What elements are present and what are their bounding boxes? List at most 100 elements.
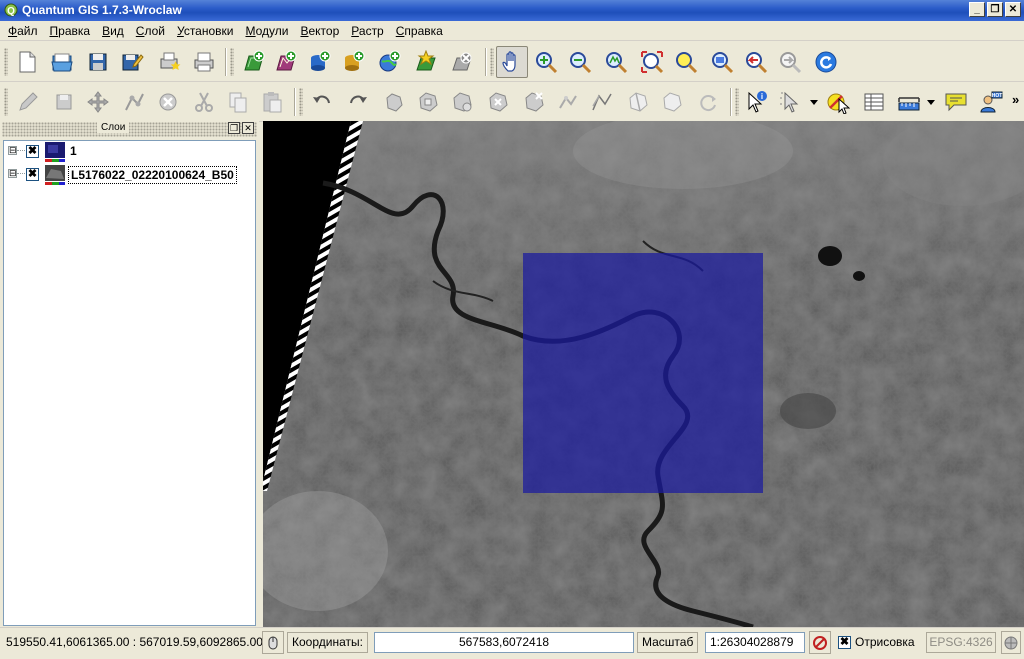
crs-status-button[interactable]: EPSG:4326 xyxy=(926,632,996,653)
menu-view[interactable]: Вид xyxy=(96,24,130,38)
chevron-down-icon[interactable] xyxy=(927,98,935,106)
merge-features-button[interactable] xyxy=(656,86,688,118)
scissors-icon xyxy=(195,92,213,112)
add-postgis-button[interactable] xyxy=(304,46,336,78)
delete-selected-button[interactable] xyxy=(152,86,184,118)
add-wms-button[interactable] xyxy=(374,46,406,78)
save-edits-button[interactable] xyxy=(48,86,80,118)
toolbar-overflow-button[interactable]: » xyxy=(1012,92,1019,107)
delete-part-button[interactable] xyxy=(518,86,550,118)
raster-layer-icon xyxy=(45,142,65,162)
mouse-icon xyxy=(268,636,278,649)
select-features-button[interactable] xyxy=(774,86,806,118)
copy-features-button[interactable] xyxy=(222,86,254,118)
toolbar-grip[interactable] xyxy=(4,88,8,116)
save-as-button[interactable] xyxy=(116,46,148,78)
print-icon xyxy=(194,52,214,72)
rotate-symbols-button[interactable] xyxy=(692,86,724,118)
reshape-features-button[interactable] xyxy=(552,86,584,118)
menu-plugins[interactable]: Модули xyxy=(239,24,294,38)
add-spatialite-button[interactable] xyxy=(338,46,370,78)
menu-vector[interactable]: Вектор xyxy=(294,24,345,38)
layer-tree[interactable]: ⊟ ✖ 1 ⊟ ✖ L5176022_02220100624_B50 xyxy=(3,140,256,626)
split-features-button[interactable] xyxy=(622,86,654,118)
chevron-down-icon[interactable] xyxy=(810,98,818,106)
minimize-button[interactable]: _ xyxy=(969,2,985,17)
refresh-button[interactable] xyxy=(810,46,842,78)
open-attribute-table-button[interactable] xyxy=(858,86,890,118)
menu-file[interactable]: Файл xyxy=(2,24,44,38)
move-feature-button[interactable] xyxy=(82,86,114,118)
projection-button[interactable] xyxy=(1001,631,1021,654)
zoom-in-button[interactable] xyxy=(530,46,562,78)
zoom-next-button[interactable] xyxy=(774,46,806,78)
measure-line-button[interactable] xyxy=(893,86,925,118)
cut-features-button[interactable] xyxy=(188,86,220,118)
toggle-editing-button[interactable] xyxy=(12,86,44,118)
print-button[interactable] xyxy=(188,46,220,78)
toggle-extents-button[interactable] xyxy=(262,631,284,654)
layer-item[interactable]: ⊟ ✖ 1 xyxy=(4,141,255,163)
stop-render-button[interactable] xyxy=(809,631,831,654)
undo-icon xyxy=(313,95,330,104)
remove-layer-button[interactable] xyxy=(446,46,478,78)
scale-field[interactable]: 1:26304028879 xyxy=(705,632,805,653)
zoom-actual-button[interactable] xyxy=(706,46,738,78)
add-ring-button[interactable] xyxy=(412,86,444,118)
menu-layer[interactable]: Слой xyxy=(130,24,171,38)
add-island-icon xyxy=(453,92,472,112)
zoom-to-selection-button[interactable] xyxy=(636,46,668,78)
svg-text:i: i xyxy=(761,92,763,101)
zoom-full-button[interactable] xyxy=(600,46,632,78)
undock-panel-button[interactable]: ❐ xyxy=(228,122,240,134)
redo-button[interactable] xyxy=(342,86,374,118)
identify-button[interactable]: i xyxy=(740,86,772,118)
map-tips-icon xyxy=(945,93,967,112)
toolbar-grip[interactable] xyxy=(4,48,8,76)
close-panel-button[interactable]: ✕ xyxy=(242,122,254,134)
deselect-features-button[interactable] xyxy=(822,86,854,118)
add-vector-button[interactable] xyxy=(270,46,302,78)
map-tips-button[interactable] xyxy=(940,86,972,118)
map-raster xyxy=(263,121,1024,627)
offset-curve-button[interactable] xyxy=(586,86,618,118)
menu-settings[interactable]: Установки xyxy=(171,24,240,38)
add-raster-button[interactable] xyxy=(238,46,270,78)
layers-panel-header[interactable] xyxy=(2,122,257,137)
simplify-feature-button[interactable] xyxy=(378,86,410,118)
paste-features-button[interactable] xyxy=(256,86,288,118)
map-canvas[interactable] xyxy=(263,121,1024,627)
zoom-last-button[interactable] xyxy=(740,46,772,78)
toolbar-grip[interactable] xyxy=(299,88,303,116)
open-project-button[interactable] xyxy=(46,46,78,78)
qgis-logo-icon: Q xyxy=(4,3,18,17)
menu-help[interactable]: Справка xyxy=(390,24,449,38)
delete-ring-button[interactable] xyxy=(482,86,514,118)
toolbar-grip[interactable] xyxy=(230,48,234,76)
menu-raster[interactable]: Растр xyxy=(345,24,389,38)
menu-edit[interactable]: Правка xyxy=(44,24,97,38)
layer-visibility-checkbox[interactable]: ✖ xyxy=(26,145,39,158)
new-shapefile-button[interactable] xyxy=(410,46,442,78)
new-bookmark-button[interactable]: HOT xyxy=(975,86,1007,118)
node-tool-button[interactable] xyxy=(118,86,150,118)
undo-button[interactable] xyxy=(306,86,338,118)
zoom-to-layer-button[interactable] xyxy=(670,46,702,78)
pan-button[interactable] xyxy=(496,46,528,78)
zoom-out-button[interactable] xyxy=(564,46,596,78)
maximize-button[interactable]: ❐ xyxy=(987,2,1003,17)
print-composer-button[interactable] xyxy=(154,46,186,78)
render-checkbox[interactable]: ✖ xyxy=(838,636,851,649)
collapse-toggle[interactable]: ⊟ xyxy=(8,169,17,178)
toolbar-grip[interactable] xyxy=(735,88,739,116)
layer-item[interactable]: ⊟ ✖ L5176022_02220100624_B50 xyxy=(4,164,255,186)
add-island-button[interactable] xyxy=(446,86,478,118)
save-project-button[interactable] xyxy=(82,46,114,78)
close-button[interactable]: ✕ xyxy=(1005,2,1021,17)
collapse-toggle[interactable]: ⊟ xyxy=(8,146,17,155)
coordinates-field[interactable]: 567583,6072418 xyxy=(374,632,634,653)
refresh-icon xyxy=(815,51,837,73)
new-project-button[interactable] xyxy=(11,46,43,78)
toolbar-grip[interactable] xyxy=(490,48,494,76)
layer-visibility-checkbox[interactable]: ✖ xyxy=(26,168,39,181)
